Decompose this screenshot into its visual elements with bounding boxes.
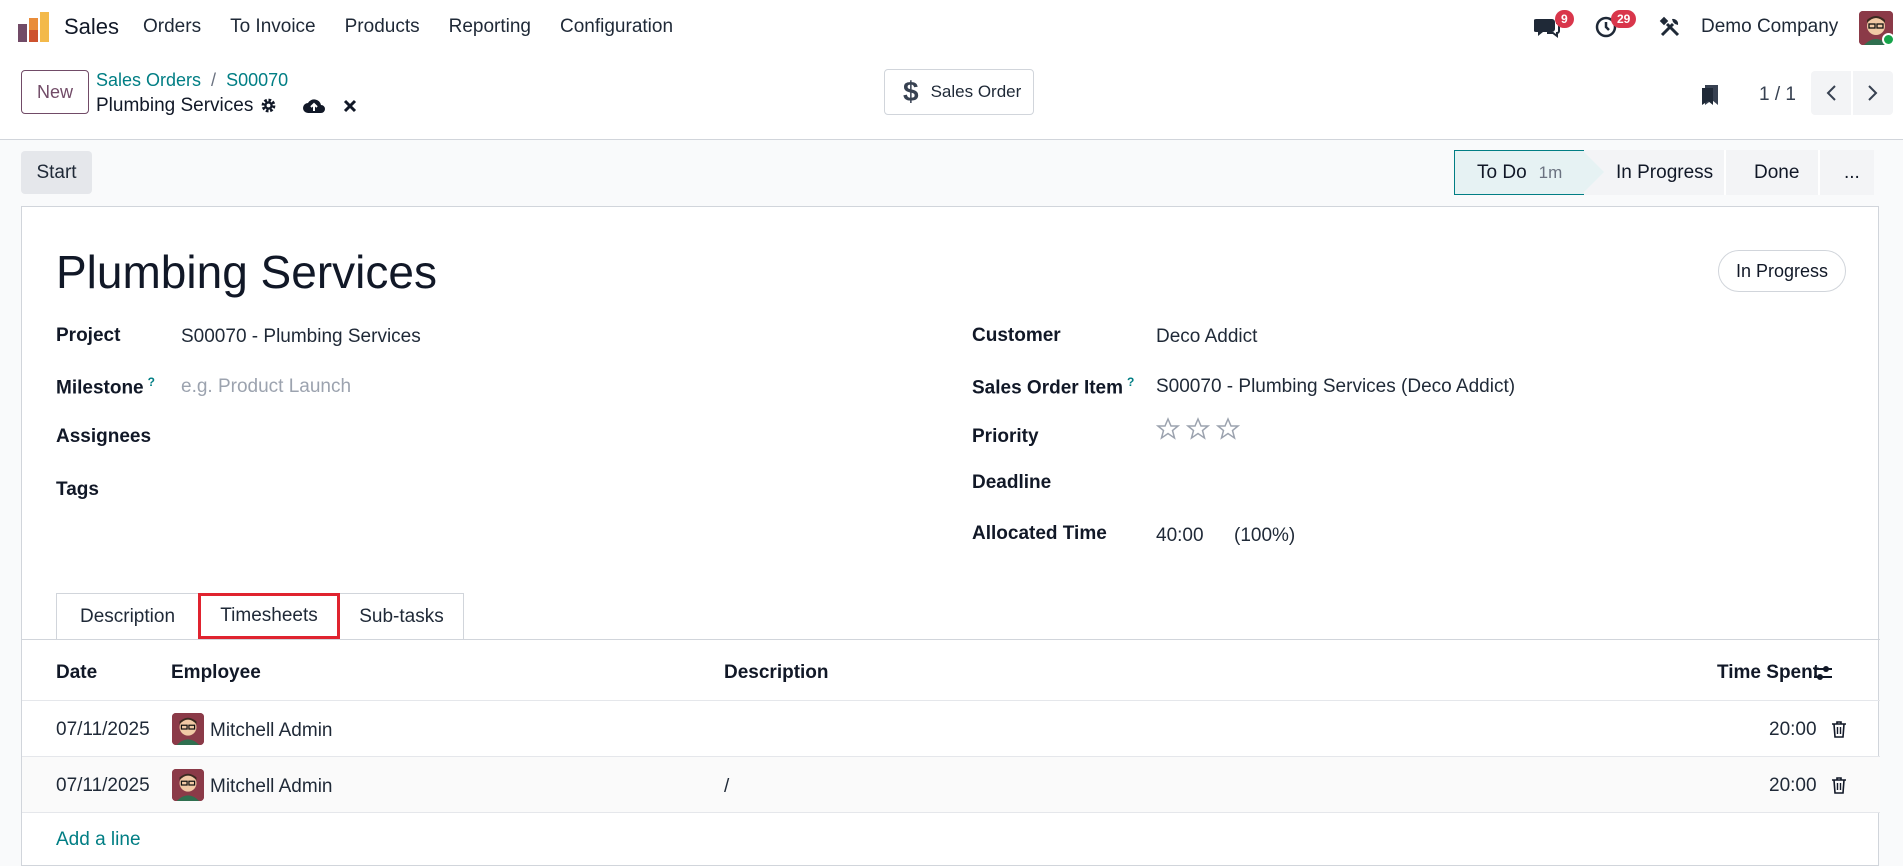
sales-order-smart-button[interactable]: $ Sales Order bbox=[884, 69, 1034, 115]
row-date[interactable]: 07/11/2025 bbox=[56, 775, 150, 797]
customer-label: Customer bbox=[972, 325, 1061, 346]
stage-statusbar: To Do 1m In Progress Done ... bbox=[1454, 150, 1874, 195]
milestone-label: Milestone? bbox=[56, 375, 155, 399]
project-label: Project bbox=[56, 325, 121, 346]
sales-order-item-field[interactable]: S00070 - Plumbing Services (Deco Addict) bbox=[1156, 376, 1515, 398]
chevron-left-icon bbox=[1826, 85, 1836, 101]
row-time-spent[interactable]: 20:00 bbox=[1769, 775, 1817, 797]
tab-description[interactable]: Description bbox=[56, 593, 198, 639]
star-icon[interactable] bbox=[1186, 417, 1210, 441]
app-name[interactable]: Sales bbox=[64, 14, 119, 40]
save-cloud-icon[interactable] bbox=[302, 97, 326, 115]
allocated-time-label: Allocated Time bbox=[972, 523, 1107, 544]
start-timer-button[interactable]: Start bbox=[21, 151, 92, 194]
project-field[interactable]: S00070 - Plumbing Services bbox=[181, 326, 421, 348]
debug-tools-icon[interactable] bbox=[1659, 16, 1681, 38]
online-status-dot bbox=[1882, 33, 1895, 46]
dollar-icon: $ bbox=[903, 76, 919, 107]
priority-label: Priority bbox=[972, 426, 1039, 447]
tags-field[interactable] bbox=[181, 479, 781, 503]
smart-button-label: Sales Order bbox=[930, 82, 1022, 101]
tab-sub-tasks[interactable]: Sub-tasks bbox=[340, 593, 464, 639]
sales-app-icon[interactable] bbox=[18, 12, 50, 42]
bookmark-icon[interactable] bbox=[1700, 83, 1720, 107]
trash-icon[interactable] bbox=[1831, 720, 1847, 738]
help-tooltip-icon[interactable]: ? bbox=[1127, 375, 1134, 389]
top-navbar: Sales Orders To Invoice Products Reporti… bbox=[0, 0, 1903, 54]
breadcrumb: Sales Orders / S00070 bbox=[96, 70, 288, 91]
breadcrumb-sales-orders[interactable]: Sales Orders bbox=[96, 70, 201, 91]
new-button[interactable]: New bbox=[21, 70, 89, 114]
menu-reporting[interactable]: Reporting bbox=[449, 16, 531, 38]
row-date[interactable]: 07/11/2025 bbox=[56, 719, 150, 741]
stage-label: To Do bbox=[1477, 161, 1527, 183]
employee-avatar bbox=[172, 713, 204, 745]
gear-icon[interactable] bbox=[260, 97, 277, 114]
pager-value[interactable]: 1 / 1 bbox=[1759, 84, 1796, 106]
record-name: Plumbing Services bbox=[96, 95, 254, 116]
breadcrumb-separator: / bbox=[211, 70, 217, 90]
star-icon[interactable] bbox=[1216, 417, 1240, 441]
help-tooltip-icon[interactable]: ? bbox=[148, 375, 155, 389]
milestone-field[interactable]: e.g. Product Launch bbox=[181, 376, 351, 398]
menu-products[interactable]: Products bbox=[345, 16, 420, 38]
menu-orders[interactable]: Orders bbox=[143, 16, 201, 38]
optional-columns-icon[interactable] bbox=[1812, 663, 1834, 683]
row-description[interactable]: / bbox=[724, 776, 729, 798]
main-menu: Orders To Invoice Products Reporting Con… bbox=[143, 16, 673, 38]
notebook-tabs: Description Timesheets Sub-tasks bbox=[56, 593, 464, 639]
row-employee[interactable]: Mitchell Admin bbox=[210, 720, 333, 742]
tab-timesheets[interactable]: Timesheets bbox=[198, 593, 340, 639]
stage-in-progress[interactable]: In Progress bbox=[1584, 150, 1724, 195]
allocated-time-percent: (100%) bbox=[1234, 525, 1296, 546]
trash-icon[interactable] bbox=[1831, 776, 1847, 794]
sales-order-item-label-text: Sales Order Item bbox=[972, 377, 1124, 399]
row-employee[interactable]: Mitchell Admin bbox=[210, 776, 333, 798]
chevron-right-icon bbox=[1868, 85, 1878, 101]
menu-configuration[interactable]: Configuration bbox=[560, 16, 673, 38]
pager-next-button[interactable] bbox=[1853, 71, 1893, 115]
milestone-label-text: Milestone bbox=[56, 377, 144, 399]
row-divider bbox=[22, 812, 1880, 813]
menu-to-invoice[interactable]: To Invoice bbox=[230, 16, 316, 38]
discard-close-icon[interactable] bbox=[342, 98, 358, 114]
stage-more[interactable]: ... bbox=[1818, 150, 1874, 195]
column-time-spent[interactable]: Time Spent bbox=[1717, 662, 1819, 684]
messages-count-badge: 9 bbox=[1555, 10, 1574, 28]
column-employee[interactable]: Employee bbox=[171, 662, 261, 684]
employee-avatar bbox=[172, 769, 204, 801]
column-description[interactable]: Description bbox=[724, 662, 829, 684]
assignees-label: Assignees bbox=[56, 426, 152, 447]
form-sheet: Plumbing Services In Progress Project S0… bbox=[21, 206, 1880, 866]
task-state-button[interactable]: In Progress bbox=[1718, 250, 1846, 292]
control-panel: New Sales Orders / S00070 Plumbing Servi… bbox=[0, 54, 1903, 140]
task-title[interactable]: Plumbing Services bbox=[56, 245, 437, 299]
assignees-field[interactable] bbox=[181, 426, 781, 450]
priority-stars bbox=[1156, 417, 1240, 441]
customer-field[interactable]: Deco Addict bbox=[1156, 326, 1257, 348]
row-time-spent[interactable]: 20:00 bbox=[1769, 719, 1817, 741]
activities-count-badge: 29 bbox=[1611, 10, 1637, 28]
tags-label: Tags bbox=[56, 479, 99, 500]
deadline-label: Deadline bbox=[972, 472, 1052, 493]
pager-previous-button[interactable] bbox=[1811, 71, 1851, 115]
column-date[interactable]: Date bbox=[56, 662, 97, 684]
sales-order-item-label: Sales Order Item? bbox=[972, 375, 1134, 399]
star-icon[interactable] bbox=[1156, 417, 1180, 441]
stage-duration: 1m bbox=[1538, 162, 1563, 182]
stage-to-do[interactable]: To Do 1m bbox=[1454, 150, 1606, 195]
stage-done[interactable]: Done bbox=[1724, 150, 1818, 195]
company-switcher[interactable]: Demo Company bbox=[1701, 16, 1838, 38]
allocated-time-field[interactable]: 40:00 bbox=[1156, 525, 1204, 547]
breadcrumb-order[interactable]: S00070 bbox=[226, 70, 288, 91]
add-a-line-link[interactable]: Add a line bbox=[56, 829, 141, 851]
tabs-divider bbox=[22, 639, 1880, 640]
deadline-field[interactable] bbox=[1156, 472, 1556, 496]
